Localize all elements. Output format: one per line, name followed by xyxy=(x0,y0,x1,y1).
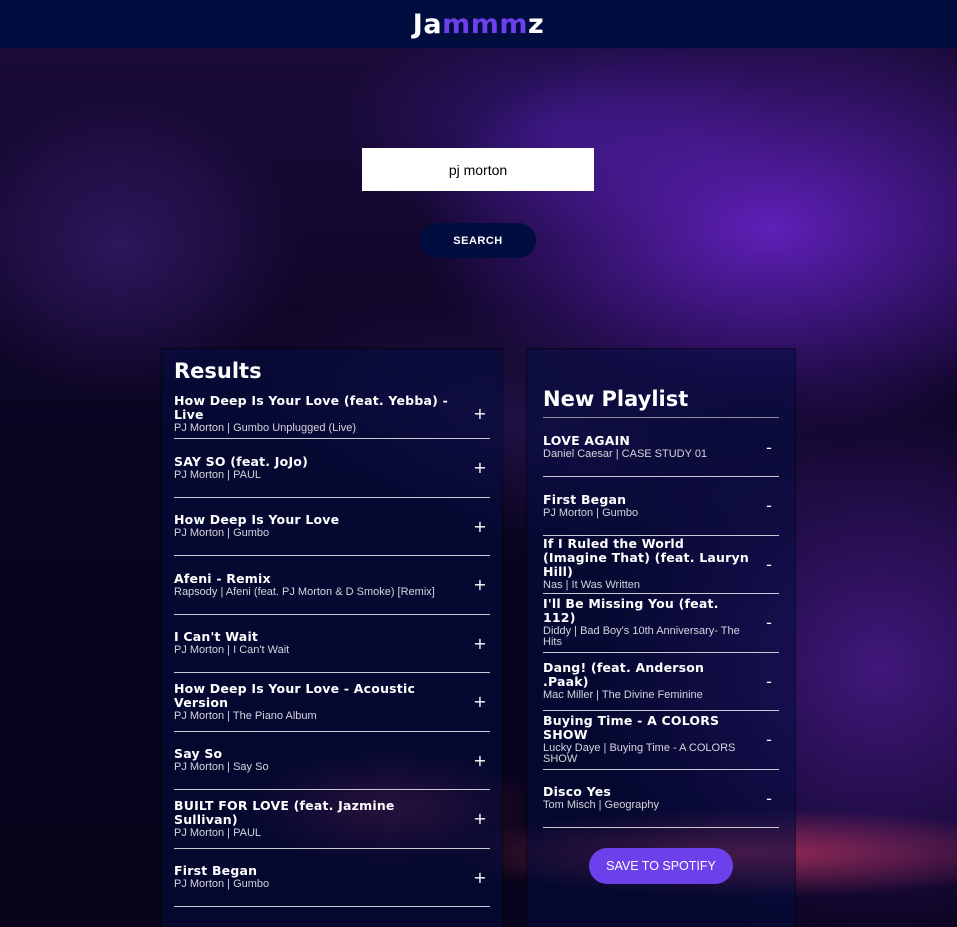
logo-accent: mmm xyxy=(442,8,528,40)
remove-track-button[interactable]: - xyxy=(759,555,779,574)
track-info: How Deep Is Your Love (feat. Yebba) - Li… xyxy=(174,392,470,434)
remove-track-button[interactable]: - xyxy=(759,730,779,749)
add-track-button[interactable]: + xyxy=(470,404,490,423)
track-info: First Began PJ Morton | Gumbo xyxy=(543,491,759,519)
track-name: How Deep Is Your Love (feat. Yebba) - Li… xyxy=(174,392,448,422)
jammming-app: Jammmz SEARCH Results How Deep Is Your L… xyxy=(0,0,957,927)
remove-track-button[interactable]: - xyxy=(759,496,779,515)
logo-prefix: Ja xyxy=(412,8,443,40)
track-artist-album: Lucky Daye | Buying Time - A COLORS SHOW xyxy=(543,742,736,766)
track-artist-album: PJ Morton | Gumbo xyxy=(174,878,270,891)
track-name: First Began xyxy=(543,491,627,507)
remove-track-button[interactable]: - xyxy=(759,613,779,632)
track-name: I'll Be Missing You (feat. 112) xyxy=(543,596,719,626)
add-track-button[interactable]: + xyxy=(470,868,490,887)
track-row: Dang! (feat. Anderson .Paak) Mac Miller |… xyxy=(543,653,779,711)
track-info: Buying Time - A COLORS SHOW Lucky Daye | … xyxy=(543,714,759,765)
track-artist-album: Diddy | Bad Boy's 10th Anniversary- The … xyxy=(543,625,740,649)
track-row: LOVE AGAIN Daniel Caesar | CASE STUDY 01- xyxy=(543,418,779,477)
add-track-button[interactable]: + xyxy=(470,575,490,594)
add-track-button[interactable]: + xyxy=(470,751,490,770)
track-row: SAY SO (feat. JoJo) PJ Morton | PAUL + xyxy=(174,439,490,498)
track-artist-album: PJ Morton | PAUL xyxy=(174,468,262,481)
track-artist-album: Mac Miller | The Divine Feminine xyxy=(543,689,703,702)
logo-suffix: z xyxy=(527,8,545,40)
track-row: BUILT FOR LOVE (feat. Jazmine Sullivan) P… xyxy=(174,790,490,849)
top-bar: Jammmz xyxy=(0,0,957,48)
track-row: Buying Time - A COLORS SHOW Lucky Daye | … xyxy=(543,711,779,770)
track-info: I'll Be Missing You (feat. 112) Diddy | B… xyxy=(543,597,759,648)
track-artist-album: PJ Morton | Gumbo xyxy=(543,506,639,519)
results-title: Results xyxy=(174,359,262,383)
track-info: BUILT FOR LOVE (feat. Jazmine Sullivan) P… xyxy=(174,797,470,839)
app-logo: Jammmz xyxy=(413,9,544,40)
remove-track-button[interactable]: - xyxy=(759,438,779,457)
track-name: Dang! (feat. Anderson .Paak) xyxy=(543,660,705,690)
results-list: How Deep Is Your Love (feat. Yebba) - Li… xyxy=(174,389,490,907)
track-name: Buying Time - A COLORS SHOW xyxy=(543,713,720,743)
track-info: Dang! (feat. Anderson .Paak) Mac Miller |… xyxy=(543,661,759,701)
track-row: I Can't Wait PJ Morton | I Can't Wait + xyxy=(174,615,490,673)
track-row: Disco Yes Tom Misch | Geography - xyxy=(543,770,779,828)
track-row: First Began PJ Morton | Gumbo + xyxy=(174,849,490,907)
track-artist-album: Nas | It Was Written xyxy=(543,579,640,592)
track-name: If I Ruled the World (Imagine That) (fea… xyxy=(543,536,749,580)
track-row: How Deep Is Your Love (feat. Yebba) - Li… xyxy=(174,389,490,439)
track-row: If I Ruled the World (Imagine That) (fea… xyxy=(543,536,779,594)
track-row: How Deep Is Your Love PJ Morton | Gumbo + xyxy=(174,498,490,556)
playlist-panel: New Playlist LOVE AGAIN Daniel Caesar | C… xyxy=(527,349,795,927)
track-artist-album: PJ Morton | The Piano Album xyxy=(174,709,317,722)
add-track-button[interactable]: + xyxy=(470,458,490,477)
track-info: SAY SO (feat. JoJo) PJ Morton | PAUL xyxy=(174,453,470,481)
remove-track-button[interactable]: - xyxy=(759,672,779,691)
track-info: Disco Yes Tom Misch | Geography xyxy=(543,785,759,811)
track-artist-album: Tom Misch | Geography xyxy=(543,799,659,812)
track-name: SAY SO (feat. JoJo) xyxy=(174,453,308,469)
track-name: How Deep Is Your Love - Acoustic Version xyxy=(174,680,416,710)
track-info: Say So PJ Morton | Say So xyxy=(174,747,470,773)
add-track-button[interactable]: + xyxy=(470,692,490,711)
track-info: I Can't Wait PJ Morton | I Can't Wait xyxy=(174,630,470,656)
add-track-button[interactable]: + xyxy=(470,517,490,536)
track-info: How Deep Is Your Love - Acoustic Version… xyxy=(174,680,470,722)
track-name: Disco Yes xyxy=(543,784,612,800)
track-artist-album: Rapsody | Afeni (feat. PJ Morton & D Smo… xyxy=(174,585,435,598)
track-info: How Deep Is Your Love PJ Morton | Gumbo xyxy=(174,513,470,539)
track-row: I'll Be Missing You (feat. 112) Diddy | B… xyxy=(543,594,779,653)
track-info: LOVE AGAIN Daniel Caesar | CASE STUDY 01 xyxy=(543,434,759,460)
track-name: First Began xyxy=(174,863,258,879)
track-artist-album: PJ Morton | Say So xyxy=(174,761,269,774)
add-track-button[interactable]: + xyxy=(470,634,490,653)
track-artist-album: Daniel Caesar | CASE STUDY 01 xyxy=(543,448,708,460)
results-panel: Results How Deep Is Your Love (feat. Yeb… xyxy=(162,349,502,927)
track-artist-album: PJ Morton | PAUL xyxy=(174,826,262,839)
track-info: First Began PJ Morton | Gumbo xyxy=(174,864,470,890)
track-name: How Deep Is Your Love xyxy=(174,512,340,528)
track-info: If I Ruled the World (Imagine That) (fea… xyxy=(543,537,759,591)
track-name: I Can't Wait xyxy=(174,629,259,645)
playlist-name-input[interactable]: New Playlist xyxy=(543,385,779,418)
remove-track-button[interactable]: - xyxy=(759,789,779,808)
track-info: Afeni - Remix Rapsody | Afeni (feat. PJ M… xyxy=(174,570,470,598)
track-row: Say So PJ Morton | Say So + xyxy=(174,732,490,790)
playlist-list: LOVE AGAIN Daniel Caesar | CASE STUDY 01-… xyxy=(543,418,779,828)
track-artist-album: PJ Morton | Gumbo xyxy=(174,527,270,540)
track-name: LOVE AGAIN xyxy=(543,433,631,448)
add-track-button[interactable]: + xyxy=(470,809,490,828)
track-name: Say So xyxy=(174,746,223,762)
track-name: Afeni - Remix xyxy=(174,570,271,586)
track-name: BUILT FOR LOVE (feat. Jazmine Sullivan) xyxy=(174,797,395,827)
track-artist-album: PJ Morton | Gumbo Unplugged (Live) xyxy=(174,421,356,434)
track-row: Afeni - Remix Rapsody | Afeni (feat. PJ M… xyxy=(174,556,490,615)
search-button[interactable]: SEARCH xyxy=(420,223,536,258)
track-row: How Deep Is Your Love - Acoustic Version… xyxy=(174,673,490,732)
save-to-spotify-button[interactable]: SAVE TO SPOTIFY xyxy=(589,848,733,884)
track-artist-album: PJ Morton | I Can't Wait xyxy=(174,644,290,657)
search-input[interactable] xyxy=(362,148,594,191)
track-row: First Began PJ Morton | Gumbo - xyxy=(543,477,779,536)
